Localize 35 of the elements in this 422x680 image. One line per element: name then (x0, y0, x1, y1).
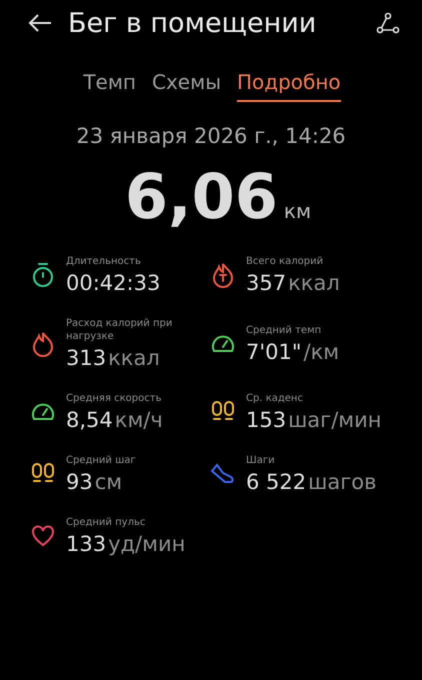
workout-date: 23 января 2026 г., 14:26 (75, 124, 347, 148)
metric-unit: ккал (108, 346, 160, 370)
metric-unit: см (94, 470, 122, 494)
metric-unit: /км (304, 340, 340, 364)
distance-unit: км (284, 199, 312, 223)
metric-value: 133 (66, 532, 106, 556)
metric-label: Средняя скорость (66, 392, 162, 405)
route-icon[interactable] (376, 12, 400, 34)
metric-value: 6 522 (246, 470, 306, 494)
distance-value: 6,06 (124, 160, 278, 233)
metric-label: Средний пульс (66, 516, 146, 529)
metric-label: Расход калорий при нагрузке (66, 317, 174, 343)
metric-value: 93 (66, 470, 93, 494)
metric-label: Средний шаг (66, 454, 136, 467)
tab[interactable]: Схемы (152, 70, 221, 102)
metric-label: Длительность (66, 255, 142, 268)
metric-unit: ккал (288, 271, 340, 295)
metric-unit: уд/мин (108, 532, 186, 556)
metric-value: 153 (246, 408, 286, 432)
tab[interactable]: Подробно (236, 70, 341, 102)
back-icon[interactable] (28, 13, 52, 33)
metric-unit: шаг/мин (288, 408, 382, 432)
metric-label: Всего калорий (246, 255, 324, 268)
metric-unit: км/ч (114, 408, 163, 432)
metric-label: Средний темп (246, 324, 322, 336)
tab[interactable]: Темп (83, 70, 136, 102)
metric-label: Шаги (246, 454, 276, 467)
metric-unit: шагов (308, 470, 376, 494)
metric-value: 357 (246, 271, 286, 295)
page-title: Бег в помещении (68, 8, 318, 38)
metric-value: 00:42:33 (66, 271, 160, 295)
metric-value: 8,54 (66, 408, 113, 432)
metric-label: Ср. каденс (246, 392, 304, 405)
metric-value: 7'01" (246, 340, 302, 364)
metric-value: 313 (66, 346, 106, 370)
